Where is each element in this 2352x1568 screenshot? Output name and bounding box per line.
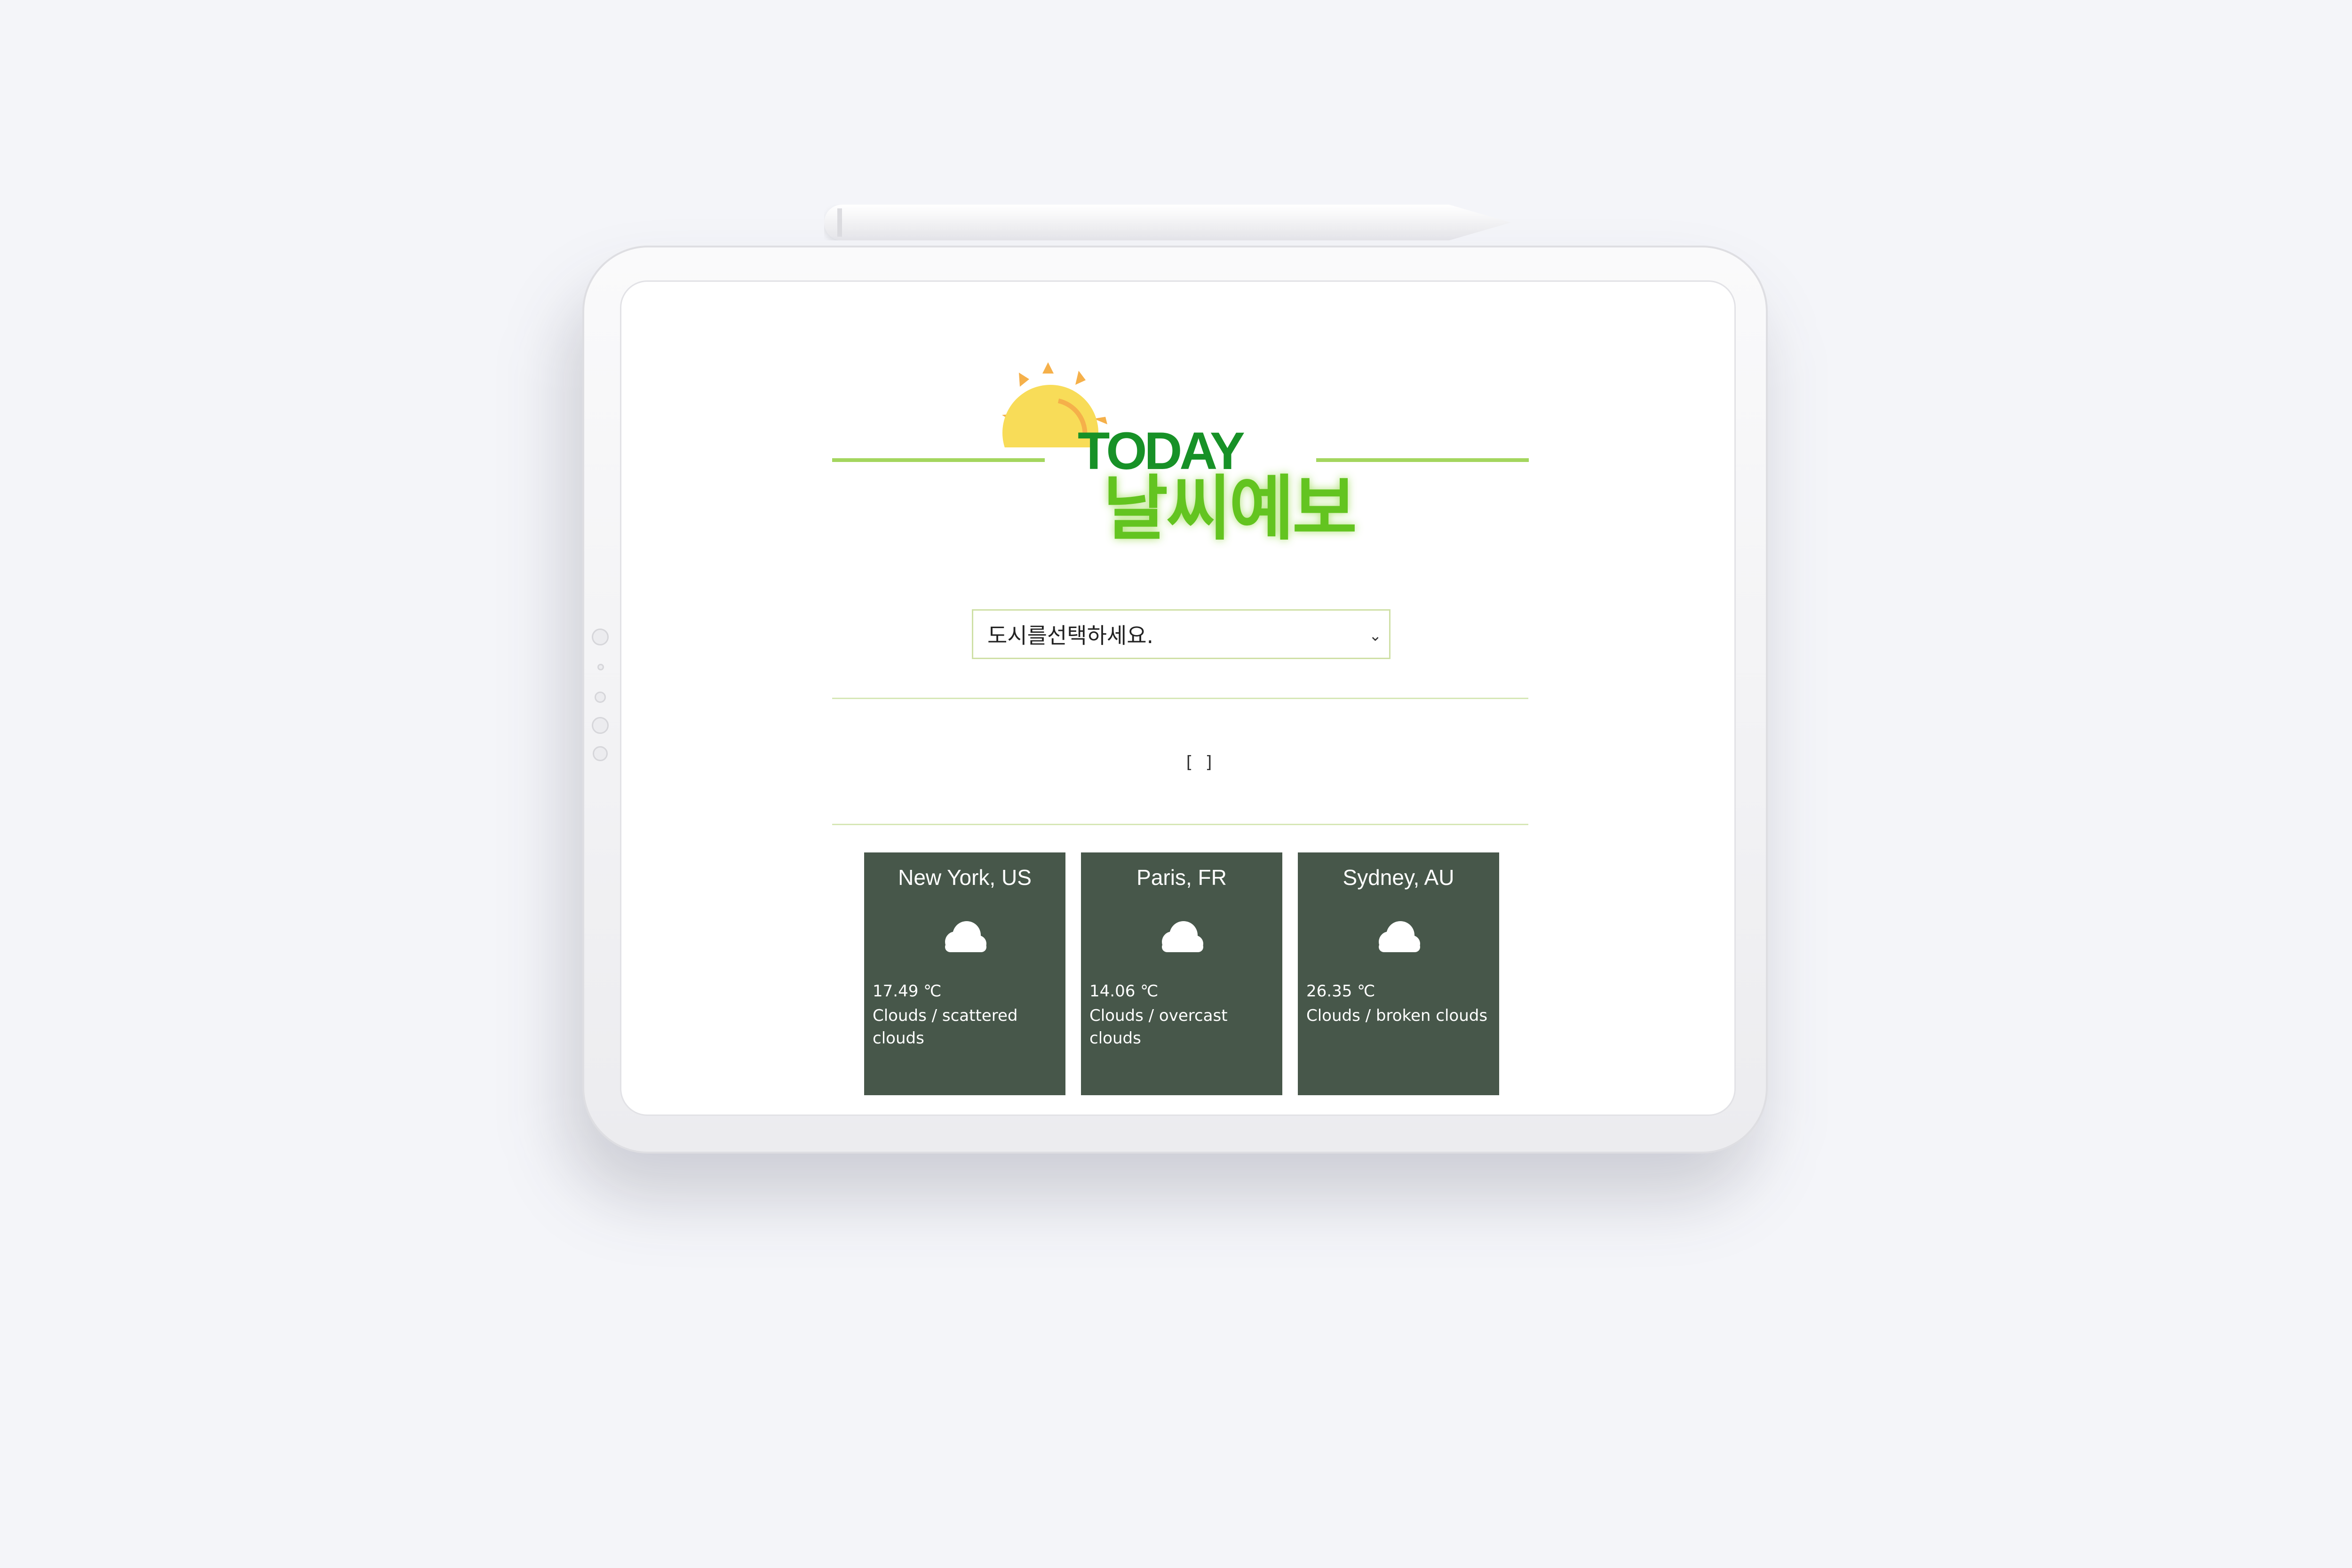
side-dot (597, 664, 604, 670)
divider-top (832, 698, 1528, 699)
cloud-icon (1370, 913, 1427, 960)
weather-card: New York, US 17.49 ℃ Clouds / scattered … (864, 852, 1065, 1095)
side-button (593, 746, 608, 761)
logo-line-left (832, 458, 1045, 462)
cloud-icon (937, 913, 993, 960)
card-city: Sydney, AU (1343, 865, 1454, 890)
card-temperature: 26.35 ℃ (1306, 982, 1375, 1001)
side-button (592, 629, 609, 645)
logo-line-right (1316, 458, 1529, 462)
city-select-value: 도시를선택하세요. (987, 623, 1154, 648)
chevron-down-icon: ⌄ (1369, 627, 1382, 645)
divider-bottom (832, 824, 1528, 825)
cloud-icon (1153, 913, 1210, 960)
card-city: New York, US (898, 865, 1032, 890)
side-button (595, 692, 606, 703)
card-description: Clouds / scattered clouds (873, 1006, 1018, 1048)
tablet-screen: TODAY 날씨예보 도시를선택하세요. ⌄ [ ] New York, US … (620, 280, 1736, 1116)
card-description: Clouds / broken clouds (1306, 1006, 1488, 1025)
apple-pencil (824, 205, 1511, 240)
card-temperature: 17.49 ℃ (873, 982, 942, 1001)
result-output: [ ] (1184, 753, 1215, 772)
pencil-band (837, 208, 842, 237)
side-button (592, 717, 609, 734)
card-description: Clouds / overcast clouds (1089, 1006, 1228, 1048)
weather-card: Paris, FR 14.06 ℃ Clouds / overcast clou… (1081, 852, 1282, 1095)
card-city: Paris, FR (1136, 865, 1227, 890)
weather-card: Sydney, AU 26.35 ℃ Clouds / broken cloud… (1298, 852, 1499, 1095)
card-temperature: 14.06 ℃ (1089, 982, 1159, 1001)
logo-korean-text: 날씨예보 (1103, 468, 1357, 550)
city-select[interactable]: 도시를선택하세요. ⌄ (972, 609, 1391, 659)
